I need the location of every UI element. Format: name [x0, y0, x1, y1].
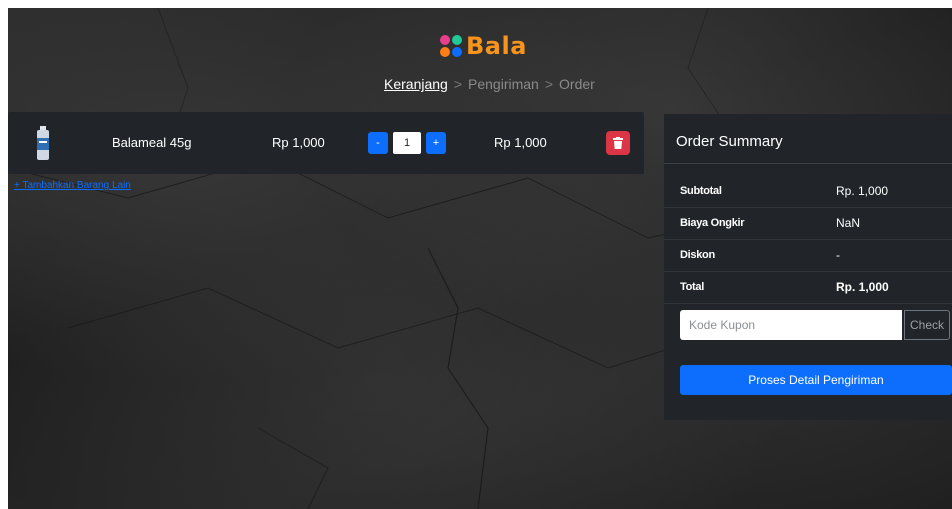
- breadcrumb-item-order[interactable]: Order: [559, 76, 595, 92]
- unit-price: Rp 1,000: [272, 135, 325, 150]
- coupon-code-input[interactable]: [680, 310, 902, 340]
- product-name[interactable]: Balameal 45g: [112, 135, 192, 150]
- line-total: Rp 1,000: [494, 135, 547, 150]
- brand-logo[interactable]: Bala: [440, 32, 527, 60]
- summary-label: Diskon: [680, 249, 715, 261]
- summary-value: Rp. 1,000: [836, 280, 889, 294]
- summary-value: NaN: [836, 216, 861, 230]
- quantity-decrease-button[interactable]: -: [368, 132, 388, 154]
- summary-label: Biaya Ongkir: [680, 217, 745, 229]
- bottle-icon: [37, 126, 49, 160]
- summary-title: Order Summary: [676, 133, 783, 150]
- cart-item-row: Balameal 45g Rp 1,000 - + Rp 1,000: [8, 112, 644, 174]
- add-more-items-link[interactable]: + Tambahkan Barang Lain: [14, 180, 131, 191]
- summary-label: Total: [680, 281, 704, 293]
- summary-row-shipping: Biaya Ongkir NaN: [664, 208, 952, 240]
- summary-label: Subtotal: [680, 185, 722, 197]
- breadcrumb-item-keranjang[interactable]: Keranjang: [384, 76, 448, 92]
- summary-value: -: [836, 248, 840, 262]
- logo-dots-icon: [440, 35, 462, 57]
- summary-row-total: Total Rp. 1,000: [664, 272, 952, 304]
- delete-item-button[interactable]: [606, 131, 630, 155]
- breadcrumb-separator: >: [453, 76, 463, 92]
- quantity-increase-button[interactable]: +: [426, 132, 446, 154]
- summary-row-subtotal: Subtotal Rp. 1,000: [664, 176, 952, 208]
- proceed-shipping-button[interactable]: Proses Detail Pengiriman: [680, 365, 952, 395]
- summary-value: Rp. 1,000: [836, 184, 889, 198]
- breadcrumb-separator: >: [544, 76, 554, 92]
- trash-icon: [613, 137, 623, 149]
- breadcrumb: Keranjang > Pengiriman > Order: [384, 76, 595, 92]
- check-coupon-button[interactable]: Check: [904, 310, 950, 340]
- page-background: Bala Keranjang > Pengiriman > Order Bala…: [8, 8, 952, 509]
- order-summary-panel: Order Summary Subtotal Rp. 1,000 Biaya O…: [664, 114, 952, 420]
- brand-name: Bala: [466, 32, 527, 60]
- quantity-input[interactable]: [393, 132, 421, 154]
- breadcrumb-item-pengiriman[interactable]: Pengiriman: [468, 76, 539, 92]
- summary-divider: [664, 163, 952, 164]
- summary-row-discount: Diskon -: [664, 240, 952, 272]
